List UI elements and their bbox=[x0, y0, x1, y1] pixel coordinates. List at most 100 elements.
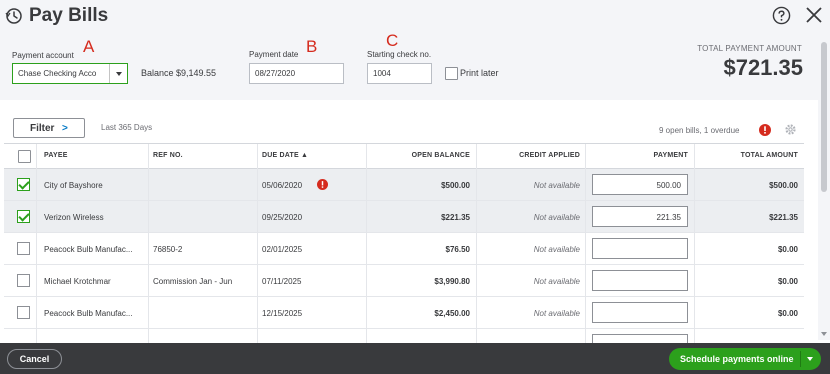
total-payment-label: TOTAL PAYMENT AMOUNT bbox=[697, 44, 802, 53]
chevron-right-icon: > bbox=[62, 123, 68, 134]
row-checkbox[interactable] bbox=[17, 242, 30, 255]
table-header: PAYEE REF NO. DUE DATE ▲ OPEN BALANCE CR… bbox=[4, 143, 804, 170]
table-row[interactable]: City of Bayshore 05/06/2020 $500.00 Not … bbox=[4, 169, 804, 201]
vertical-scrollbar[interactable] bbox=[818, 34, 830, 340]
header-credit-applied[interactable]: CREDIT APPLIED bbox=[480, 152, 580, 159]
due-date-cell: 12/15/2025 bbox=[262, 309, 303, 318]
column-divider bbox=[694, 265, 695, 297]
column-divider bbox=[694, 297, 695, 329]
open-balance-cell: $500.00 bbox=[441, 181, 470, 190]
starting-check-field[interactable]: 1004 bbox=[367, 63, 432, 84]
filter-button[interactable]: Filter > bbox=[13, 118, 85, 138]
close-icon[interactable] bbox=[805, 6, 823, 24]
payment-input[interactable] bbox=[592, 270, 688, 291]
chevron-down-icon[interactable] bbox=[109, 64, 127, 83]
cancel-button[interactable]: Cancel bbox=[7, 349, 62, 369]
help-icon[interactable] bbox=[772, 6, 791, 25]
chevron-down-icon[interactable] bbox=[807, 357, 813, 361]
column-divider bbox=[476, 233, 477, 265]
credit-applied-cell: Not available bbox=[533, 309, 580, 318]
column-divider bbox=[694, 233, 695, 265]
print-later-checkbox[interactable] bbox=[445, 67, 458, 80]
gear-icon[interactable] bbox=[784, 123, 797, 136]
alert-icon bbox=[759, 124, 771, 136]
filter-range: Last 365 Days bbox=[101, 123, 153, 132]
column-divider bbox=[366, 329, 367, 343]
total-amount-cell: $0.00 bbox=[777, 277, 798, 286]
credit-applied-cell: Not available bbox=[533, 277, 580, 286]
column-divider bbox=[585, 169, 586, 201]
total-payment-amount: $721.35 bbox=[723, 55, 803, 80]
table-row[interactable]: Peacock Bulb Manufac... 12/15/2025 $2,45… bbox=[4, 297, 804, 329]
scrollbar-thumb[interactable] bbox=[821, 42, 827, 192]
total-amount-cell: $500.00 bbox=[769, 181, 798, 190]
filter-button-label: Filter bbox=[30, 123, 55, 134]
select-all-checkbox[interactable] bbox=[18, 150, 31, 163]
table-row[interactable]: Michael Krotchmar Commission Jan - Jun 0… bbox=[4, 265, 804, 297]
footer-bar: Cancel Schedule payments online bbox=[0, 343, 830, 374]
column-divider bbox=[366, 144, 367, 170]
column-divider bbox=[257, 329, 258, 343]
annotation-b: B bbox=[306, 37, 318, 56]
column-divider bbox=[585, 144, 586, 170]
total-amount-cell: $221.35 bbox=[769, 213, 798, 222]
column-divider bbox=[257, 201, 258, 233]
credit-applied-cell: Not available bbox=[533, 245, 580, 254]
page-title: Pay Bills bbox=[29, 5, 109, 26]
row-checkbox[interactable] bbox=[17, 210, 30, 223]
payee-cell: Peacock Bulb Manufac... bbox=[44, 245, 133, 254]
column-divider bbox=[257, 144, 258, 170]
column-divider bbox=[148, 169, 149, 201]
payee-cell: City of Bayshore bbox=[44, 181, 103, 190]
column-divider bbox=[36, 201, 37, 233]
open-balance-cell: $76.50 bbox=[445, 245, 470, 254]
scroll-down-arrow-icon[interactable] bbox=[821, 332, 827, 336]
header-payee[interactable]: PAYEE bbox=[44, 152, 68, 159]
column-divider bbox=[257, 265, 258, 297]
open-balance-cell: $3,990.80 bbox=[434, 277, 470, 286]
payment-input[interactable] bbox=[592, 302, 688, 323]
schedule-payments-label: Schedule payments online bbox=[680, 354, 794, 364]
due-date-cell: 09/25/2020 bbox=[262, 213, 303, 222]
overdue-alert-icon bbox=[317, 179, 328, 190]
header-payment[interactable]: PAYMENT bbox=[590, 152, 688, 159]
column-divider bbox=[148, 329, 149, 343]
column-divider bbox=[148, 233, 149, 265]
open-balance-cell: $221.35 bbox=[441, 213, 470, 222]
payment-date-field[interactable]: 08/27/2020 bbox=[249, 63, 344, 84]
table-row[interactable]: Peacock Bulb Manufac... 76850-2 02/01/20… bbox=[4, 233, 804, 265]
column-divider bbox=[694, 144, 695, 170]
column-divider bbox=[148, 265, 149, 297]
ref-cell: 76850-2 bbox=[153, 245, 183, 254]
payment-input[interactable]: 500.00 bbox=[592, 174, 688, 195]
column-divider bbox=[694, 201, 695, 233]
row-checkbox[interactable] bbox=[17, 306, 30, 319]
payment-input[interactable] bbox=[592, 334, 688, 343]
due-date-cell: 02/01/2025 bbox=[262, 245, 303, 254]
header-open-balance[interactable]: OPEN BALANCE bbox=[372, 152, 470, 159]
column-divider bbox=[257, 233, 258, 265]
header-ref-no[interactable]: REF NO. bbox=[153, 152, 183, 159]
payment-input[interactable]: 221.35 bbox=[592, 206, 688, 227]
row-checkbox[interactable] bbox=[17, 274, 30, 287]
row-checkbox[interactable] bbox=[17, 178, 30, 191]
column-divider bbox=[366, 201, 367, 233]
column-divider bbox=[694, 329, 695, 343]
column-divider bbox=[476, 169, 477, 201]
open-balance-cell: $2,450.00 bbox=[434, 309, 470, 318]
header-total-amount[interactable]: TOTAL AMOUNT bbox=[698, 152, 798, 159]
print-later-label: Print later bbox=[460, 68, 499, 78]
payment-account-select[interactable]: Chase Checking Acco bbox=[12, 63, 128, 84]
split-divider bbox=[800, 351, 801, 367]
payment-date-label: Payment date bbox=[249, 50, 299, 59]
table-row[interactable]: Verizon Wireless 09/25/2020 $221.35 Not … bbox=[4, 201, 804, 233]
due-date-cell: 07/11/2025 bbox=[262, 277, 302, 286]
column-divider bbox=[366, 169, 367, 201]
payment-input[interactable] bbox=[592, 238, 688, 259]
schedule-payments-button[interactable]: Schedule payments online bbox=[669, 348, 821, 370]
header-due-date[interactable]: DUE DATE ▲ bbox=[262, 152, 308, 159]
column-divider bbox=[476, 201, 477, 233]
column-divider bbox=[36, 144, 37, 170]
column-divider bbox=[585, 297, 586, 329]
pay-bills-dialog: Pay Bills A B C Payment account Chase Ch… bbox=[0, 0, 830, 374]
